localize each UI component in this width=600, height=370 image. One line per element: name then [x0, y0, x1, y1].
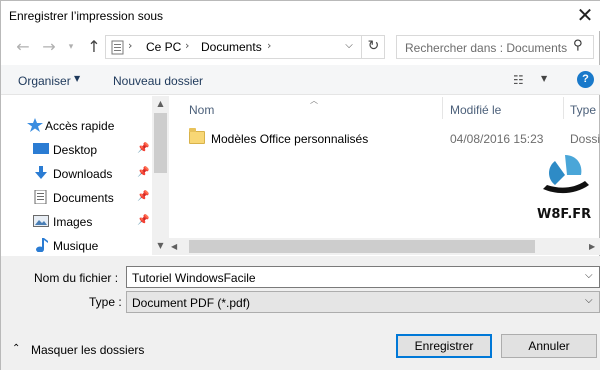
up-arrow-icon[interactable]: ↑	[84, 37, 104, 57]
sidebar-item-images[interactable]: Images 📌	[1, 211, 151, 233]
scroll-right-icon[interactable]: ▶	[589, 238, 595, 255]
column-divider[interactable]	[442, 97, 443, 119]
save-dialog: Enregistrer l’impression sous ✕ ← → ▾ ↑ …	[0, 0, 600, 370]
cancel-button[interactable]: Annuler	[501, 334, 597, 358]
pin-icon[interactable]: 📌	[137, 215, 149, 226]
column-header-modified[interactable]: Modifié le	[450, 103, 501, 117]
filename-input[interactable]: Tutoriel WindowsFacile ⌵	[126, 266, 600, 288]
search-box[interactable]: Rechercher dans : Documents ⚲	[396, 35, 594, 59]
scrollbar-thumb[interactable]	[154, 113, 167, 173]
column-header-name[interactable]: Nom	[189, 103, 214, 117]
breadcrumb-chevron-icon[interactable]: ›	[185, 39, 189, 52]
address-dropdown-icon[interactable]: ⌵	[338, 35, 360, 59]
title-bar: Enregistrer l’impression sous ✕	[1, 1, 600, 31]
sort-ascending-icon: ︿	[310, 96, 318, 105]
filetype-value[interactable]: Document PDF (*.pdf)	[132, 296, 250, 310]
sidebar-item-downloads[interactable]: Downloads 📌	[1, 163, 151, 185]
dialog-title: Enregistrer l’impression sous	[9, 9, 164, 23]
pc-location-icon	[111, 40, 124, 55]
recent-chevron-icon[interactable]: ▾	[61, 37, 81, 57]
view-options-icon[interactable]: ☷	[513, 73, 524, 87]
filename-label: Nom du fichier :	[34, 271, 119, 285]
breadcrumb-chevron-icon[interactable]: ›	[267, 39, 271, 52]
navigation-pane: Accès rapide Desktop 📌 Downloads 📌 Docum…	[1, 96, 169, 255]
pin-icon[interactable]: 📌	[137, 191, 149, 202]
breadcrumb-chevron-icon: ›	[128, 39, 133, 52]
folder-icon[interactable]	[189, 128, 205, 144]
filetype-select[interactable]: Document PDF (*.pdf) ⌵	[126, 291, 600, 313]
chevron-up-icon[interactable]: ⌃	[12, 343, 20, 354]
filetype-label: Type :	[89, 295, 122, 309]
search-icon[interactable]: ⚲	[573, 38, 583, 53]
pin-icon[interactable]: 📌	[137, 167, 149, 178]
sidebar-item-label: Desktop	[53, 143, 98, 157]
sidebar-item-label: Images	[53, 215, 93, 229]
sidebar-item-label: Documents	[53, 191, 114, 205]
chevron-down-icon[interactable]: ▼	[74, 74, 80, 83]
refresh-icon[interactable]: ↻	[361, 35, 385, 59]
star-icon	[27, 118, 43, 132]
toolbar: Organiser ▼ Nouveau dossier ☷ ▼	[1, 65, 600, 95]
file-row-name[interactable]: Modèles Office personnalisés	[211, 132, 368, 146]
w8f-logo	[543, 155, 589, 194]
images-icon	[33, 215, 49, 227]
hide-folders-button[interactable]: Masquer les dossiers	[31, 343, 144, 357]
scroll-down-icon[interactable]: ▼	[152, 239, 169, 253]
sidebar-item-quick-access[interactable]: Accès rapide	[1, 115, 151, 137]
pin-icon[interactable]: 📌	[137, 143, 149, 154]
breadcrumb-item[interactable]: Ce PC	[146, 40, 181, 54]
sidebar-item-desktop[interactable]: Desktop 📌	[1, 139, 151, 161]
sidebar-item-label: Musique	[53, 239, 99, 253]
file-row-modified[interactable]: 04/08/2016 15:23	[450, 132, 543, 146]
sidebar-item-label: Accès rapide	[45, 119, 115, 133]
scrollbar-thumb[interactable]	[189, 240, 535, 253]
music-icon	[36, 238, 48, 252]
new-folder-button[interactable]: Nouveau dossier	[113, 74, 203, 88]
help-icon[interactable]: ?	[577, 71, 594, 88]
desktop-icon	[33, 143, 49, 154]
download-icon	[35, 166, 47, 179]
chevron-down-icon[interactable]: ⌵	[585, 270, 593, 281]
close-icon[interactable]: ✕	[573, 4, 597, 28]
watermark-text: W8F.FR	[537, 207, 592, 222]
view-dropdown-icon[interactable]: ▼	[541, 74, 547, 83]
save-button[interactable]: Enregistrer	[396, 334, 492, 358]
sidebar-item-music[interactable]: Musique	[1, 235, 151, 257]
breadcrumb-item[interactable]: Documents	[201, 40, 262, 54]
organize-button[interactable]: Organiser	[18, 74, 71, 88]
search-placeholder[interactable]: Rechercher dans : Documents	[405, 41, 567, 55]
column-divider[interactable]	[563, 97, 564, 119]
document-icon	[34, 190, 47, 204]
sidebar-item-documents[interactable]: Documents 📌	[1, 187, 151, 209]
chevron-down-icon[interactable]: ⌵	[585, 295, 593, 306]
back-arrow-icon[interactable]: ←	[13, 37, 33, 57]
file-row-type[interactable]: Dossie	[570, 132, 600, 146]
sidebar-item-label: Downloads	[53, 167, 113, 181]
scroll-up-icon[interactable]: ▲	[152, 97, 169, 111]
column-header-type[interactable]: Type	[570, 103, 596, 117]
filename-value[interactable]: Tutoriel WindowsFacile	[132, 271, 256, 285]
forward-arrow-icon[interactable]: →	[39, 37, 59, 57]
scroll-left-icon[interactable]: ◀	[171, 238, 177, 255]
